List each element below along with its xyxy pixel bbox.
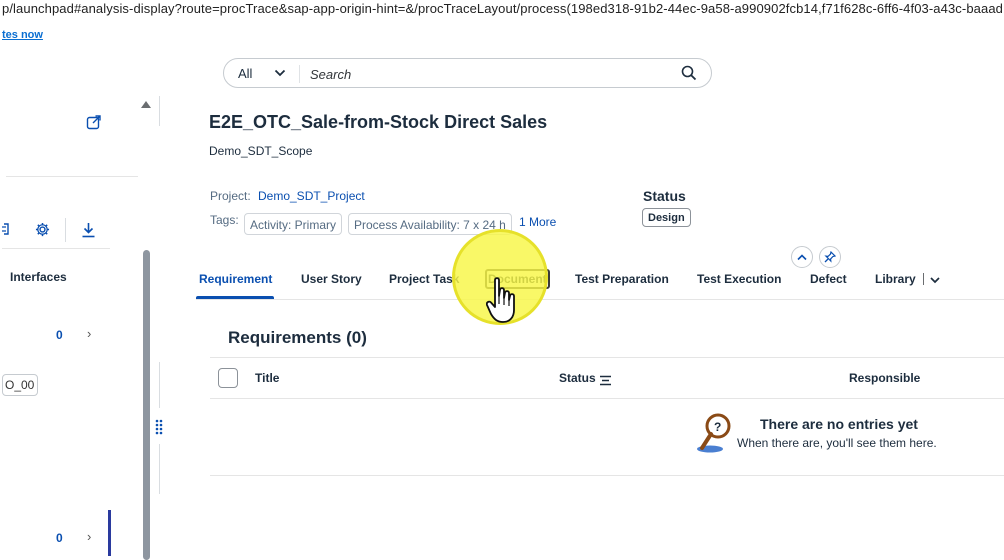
tab-selection-indicator — [196, 296, 274, 299]
splitter-grip-icon[interactable] — [155, 418, 163, 436]
tab-user-story[interactable]: User Story — [301, 272, 362, 286]
tab-project-task[interactable]: Project Task — [389, 272, 459, 286]
project-label: Project: — [210, 189, 251, 203]
sort-icon[interactable] — [599, 373, 612, 391]
status-label: Status — [643, 188, 686, 204]
interfaces-count: 0 — [56, 328, 63, 342]
value-token[interactable]: O_00 — [2, 374, 38, 396]
left-navigation-panel: Interfaces 0 › 0 › — [0, 96, 152, 560]
column-header-status[interactable]: Status — [559, 371, 596, 385]
table-header-border — [210, 398, 1004, 399]
tab-defect[interactable]: Defect — [810, 272, 847, 286]
tab-test-preparation[interactable]: Test Preparation — [575, 272, 669, 286]
browser-url[interactable]: p/launchpad#analysis-display?route=procT… — [0, 0, 1004, 24]
toolbar-separator — [65, 218, 66, 242]
panel-divider — [2, 248, 110, 249]
more-tags-link[interactable]: 1 More — [519, 215, 556, 229]
page-title: E2E_OTC_Sale-from-Stock Direct Sales — [209, 112, 548, 132]
left-panel-scrollbar[interactable] — [143, 250, 150, 560]
search-divider — [299, 65, 300, 83]
search-input[interactable] — [308, 64, 668, 84]
tab-test-execution[interactable]: Test Execution — [697, 272, 781, 286]
tab-bar: Requirement User Story Project Task Docu… — [196, 262, 1004, 300]
svg-text:?: ? — [714, 420, 721, 434]
project-link[interactable]: Demo_SDT_Project — [258, 189, 365, 203]
notice-link[interactable]: tes now — [2, 29, 43, 41]
gear-icon[interactable] — [35, 222, 50, 242]
external-link-icon[interactable] — [86, 114, 102, 135]
panel-divider — [6, 176, 138, 177]
empty-state-title: There are no entries yet — [760, 416, 918, 432]
search-scope-label[interactable]: All — [238, 66, 252, 81]
column-header-title[interactable]: Title — [255, 371, 279, 385]
status-badge: Design — [642, 208, 691, 227]
magnifier-illustration-icon: ? — [694, 412, 734, 459]
download-icon[interactable] — [81, 222, 96, 243]
chevron-down-icon[interactable] — [274, 66, 286, 85]
selection-indicator — [108, 510, 111, 556]
row-count: 0 — [56, 531, 63, 545]
tab-overflow-separator — [923, 273, 924, 285]
tab-library[interactable]: Library — [875, 272, 916, 286]
shell-search-field[interactable]: All — [223, 58, 712, 88]
requirements-title: Requirements (0) — [228, 328, 367, 347]
table-top-border — [210, 357, 1004, 358]
connection-icon[interactable] — [2, 222, 12, 241]
chevron-right-icon[interactable]: › — [87, 529, 91, 544]
interfaces-label: Interfaces — [10, 270, 67, 284]
tab-requirement[interactable]: Requirement — [199, 272, 272, 286]
select-all-checkbox[interactable] — [218, 368, 238, 388]
splitter-line — [159, 96, 160, 126]
table-bottom-border — [210, 475, 1004, 476]
tab-document[interactable]: Document — [485, 269, 550, 289]
splitter-line — [159, 444, 160, 494]
chevron-right-icon[interactable]: › — [87, 326, 91, 341]
tag-availability: Process Availability: 7 x 24 h — [348, 213, 512, 235]
magnifier-icon[interactable] — [681, 65, 697, 86]
tag-activity: Activity: Primary — [244, 213, 343, 235]
column-header-responsible[interactable]: Responsible — [849, 371, 920, 385]
page-subtitle: Demo_SDT_Scope — [209, 144, 313, 158]
empty-state-text: When there are, you'll see them here. — [737, 436, 937, 450]
chevron-down-icon[interactable] — [929, 273, 941, 291]
tags-label: Tags: — [210, 213, 239, 227]
scroll-up-arrow-icon[interactable] — [141, 101, 151, 108]
splitter-line — [159, 362, 160, 408]
